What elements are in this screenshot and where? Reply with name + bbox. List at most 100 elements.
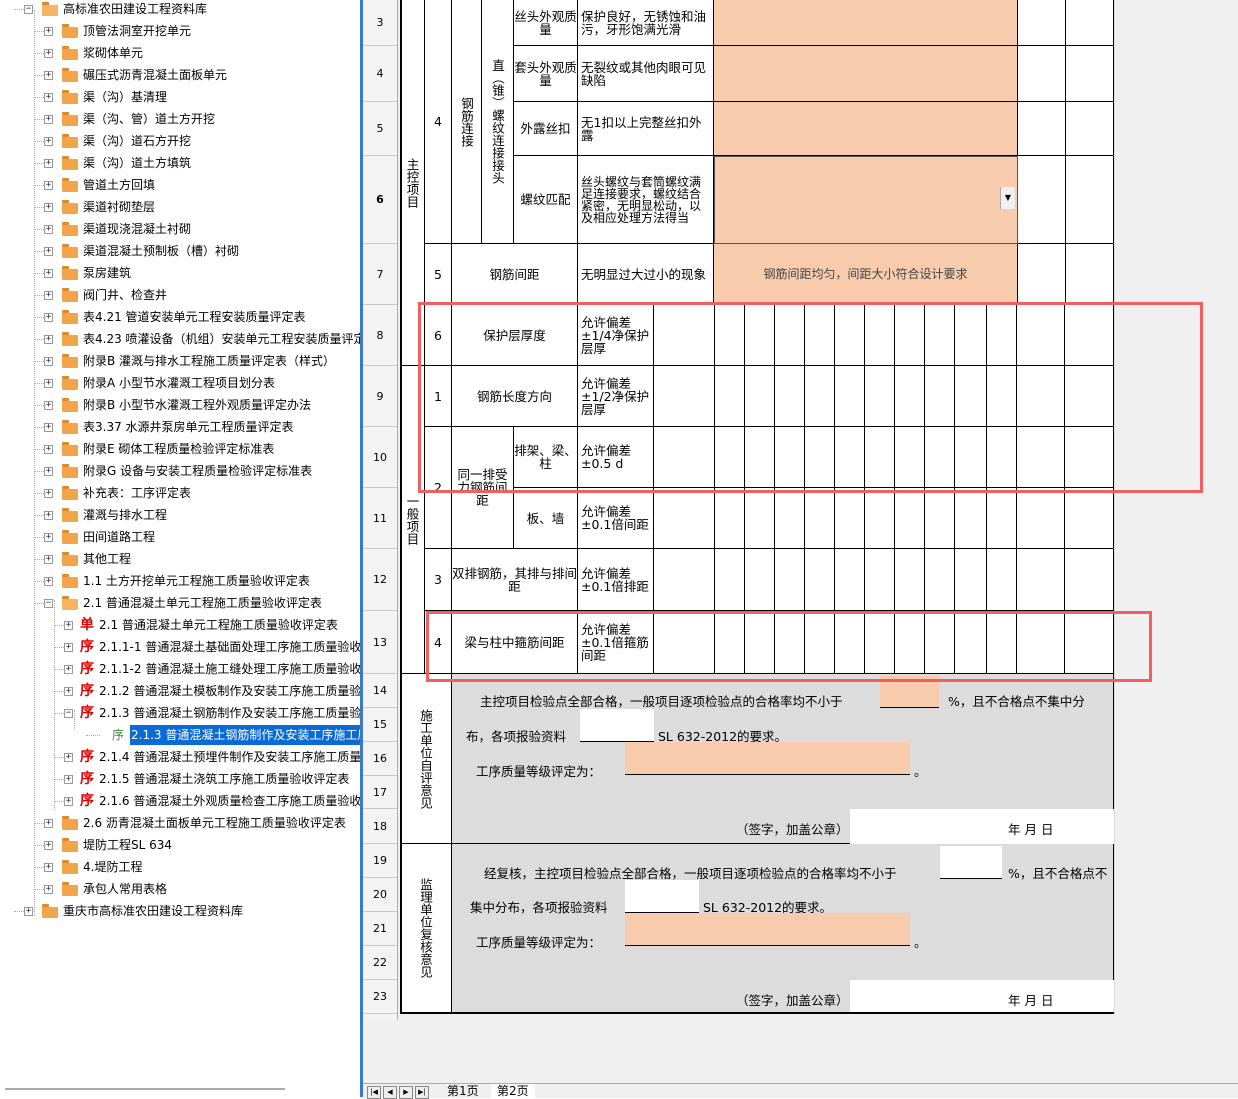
r4-result[interactable]: [714, 46, 1018, 102]
measurement-cell[interactable]: [775, 549, 805, 611]
tree-item[interactable]: + 附录G 设备与安装工程质量检验评定标准表: [0, 461, 361, 481]
measurement-cell[interactable]: [654, 549, 715, 611]
tree-item[interactable]: + 渠（沟、管）道土方开挖: [0, 109, 361, 129]
se-sign-field[interactable]: [850, 809, 1114, 844]
tree-item[interactable]: + 渠（沟）道石方开挖: [0, 131, 361, 151]
row-number[interactable]: 23: [363, 980, 397, 1014]
sv-docs-input[interactable]: [625, 880, 699, 913]
measurement-cell[interactable]: [775, 488, 805, 549]
expand-icon[interactable]: +: [44, 423, 53, 432]
tab-page2[interactable]: 第2页: [491, 1084, 535, 1098]
measurement-cell[interactable]: [805, 549, 835, 611]
measurement-cell[interactable]: [1017, 549, 1065, 611]
tree-item[interactable]: + 补充表：工序评定表: [0, 483, 361, 503]
tree-item[interactable]: + 重庆市高标准农田建设工程资料库: [0, 901, 361, 921]
expand-icon[interactable]: +: [44, 247, 53, 256]
tree-item[interactable]: + 附录B 小型节水灌溉工程外观质量评定办法: [0, 395, 361, 415]
expand-icon[interactable]: +: [44, 445, 53, 454]
sv-sign-field[interactable]: [850, 980, 1114, 1012]
last-sheet-icon[interactable]: ▶|: [415, 1086, 429, 1099]
expand-icon[interactable]: +: [44, 115, 53, 124]
row-number[interactable]: 4: [363, 46, 397, 102]
tree-item[interactable]: + 表4.21 管道安装单元工程安装质量评定表: [0, 307, 361, 327]
expand-icon[interactable]: +: [44, 203, 53, 212]
expand-icon[interactable]: +: [24, 907, 33, 916]
measurement-cell[interactable]: [654, 488, 715, 549]
tree-item[interactable]: + 渠道现浇混凝土衬砌: [0, 219, 361, 239]
expand-icon[interactable]: +: [44, 819, 53, 828]
row-number[interactable]: 22: [363, 946, 397, 980]
tree-item[interactable]: +1.1 土方开挖单元工程施工质量验收评定表: [0, 571, 361, 591]
tree-item[interactable]: + 附录A 小型节水灌溉工程项目划分表: [0, 373, 361, 393]
tree-item[interactable]: + 表3.37 水源井泵房单元工程质量评定表: [0, 417, 361, 437]
measurement-cell[interactable]: [955, 549, 987, 611]
measurement-cell[interactable]: [1065, 549, 1114, 611]
expand-icon[interactable]: +: [64, 643, 73, 652]
tree-item[interactable]: + 泵房建筑: [0, 263, 361, 283]
row-number[interactable]: 16: [363, 742, 397, 776]
expand-icon[interactable]: +: [44, 159, 53, 168]
expand-icon[interactable]: +: [64, 621, 73, 630]
se-grade-input[interactable]: [625, 742, 910, 775]
measurement-cell[interactable]: [955, 488, 987, 549]
measurement-cell[interactable]: [895, 488, 925, 549]
expand-icon[interactable]: +: [64, 775, 73, 784]
tab-page1[interactable]: 第1页: [441, 1084, 485, 1098]
expand-icon[interactable]: +: [44, 269, 53, 278]
row-number[interactable]: 17: [363, 776, 397, 809]
tree-item[interactable]: + 渠道混凝土预制板（槽）衬砌: [0, 241, 361, 261]
row-number[interactable]: 21: [363, 912, 397, 946]
measurement-cell[interactable]: [745, 549, 775, 611]
expand-icon[interactable]: +: [44, 49, 53, 58]
expand-icon[interactable]: +: [44, 401, 53, 410]
project-tree[interactable]: − 高标准农田建设工程资料库 + 顶管法洞室开挖单元 + 浆砌体单元 + 碾压式沥青混凝土面板…: [0, 0, 361, 1097]
expand-icon[interactable]: +: [64, 665, 73, 674]
measurement-cell[interactable]: [715, 549, 745, 611]
tree-item[interactable]: + 渠（沟）道土方填筑: [0, 153, 361, 173]
first-sheet-icon[interactable]: |◀: [367, 1086, 381, 1099]
row-number[interactable]: 18: [363, 809, 397, 844]
expand-icon[interactable]: +: [44, 137, 53, 146]
row-number[interactable]: 5: [363, 102, 397, 156]
row-number[interactable]: 7: [363, 244, 397, 305]
tree-item[interactable]: + 渠道衬砌垫层: [0, 197, 361, 217]
measurement-cell[interactable]: [895, 549, 925, 611]
measurement-cell[interactable]: [745, 488, 775, 549]
measurement-cell[interactable]: [987, 549, 1017, 611]
row-number[interactable]: 10: [363, 427, 397, 488]
tree-item[interactable]: + 附录E 砌体工程质量检验评定标准表: [0, 439, 361, 459]
expand-icon[interactable]: +: [44, 313, 53, 322]
tree-item[interactable]: + 表4.23 喷灌设备（机组）安装单元工程安装质量评定: [0, 329, 361, 349]
tree-item[interactable]: +4.堤防工程: [0, 857, 361, 877]
measurement-cell[interactable]: [925, 549, 955, 611]
tree-item[interactable]: + 附录B 灌溉与排水工程施工质量评定表（样式）: [0, 351, 361, 371]
row-number[interactable]: 15: [363, 708, 397, 742]
row-number[interactable]: 11: [363, 488, 397, 549]
expand-icon[interactable]: +: [44, 863, 53, 872]
expand-icon[interactable]: +: [44, 225, 53, 234]
tree-horizontal-scrollbar[interactable]: [5, 1088, 285, 1090]
expand-icon[interactable]: +: [44, 533, 53, 542]
collapse-icon[interactable]: −: [44, 599, 53, 608]
chevron-down-icon[interactable]: ▼: [1000, 187, 1015, 209]
r7-result[interactable]: 钢筋间距均匀，间距大小符合设计要求: [714, 244, 1018, 305]
measurement-cell[interactable]: [987, 488, 1017, 549]
expand-icon[interactable]: +: [44, 93, 53, 102]
row-number[interactable]: 19: [363, 844, 397, 878]
tree-item[interactable]: + 渠（沟）基清理: [0, 87, 361, 107]
expand-icon[interactable]: +: [64, 687, 73, 696]
expand-icon[interactable]: +: [44, 841, 53, 850]
tree-item[interactable]: + 碾压式沥青混凝土面板单元: [0, 65, 361, 85]
expand-icon[interactable]: +: [44, 71, 53, 80]
expand-icon[interactable]: +: [44, 379, 53, 388]
expand-icon[interactable]: +: [44, 577, 53, 586]
measurement-cell[interactable]: [805, 488, 835, 549]
measurement-cell[interactable]: [1065, 488, 1114, 549]
expand-icon[interactable]: +: [44, 555, 53, 564]
measurement-cell[interactable]: [865, 488, 895, 549]
tree-item[interactable]: + 灌溉与排水工程: [0, 505, 361, 525]
expand-icon[interactable]: +: [44, 467, 53, 476]
tree-item[interactable]: + 浆砌体单元: [0, 43, 361, 63]
expand-icon[interactable]: +: [44, 335, 53, 344]
sv-rate-input[interactable]: [940, 846, 1002, 879]
